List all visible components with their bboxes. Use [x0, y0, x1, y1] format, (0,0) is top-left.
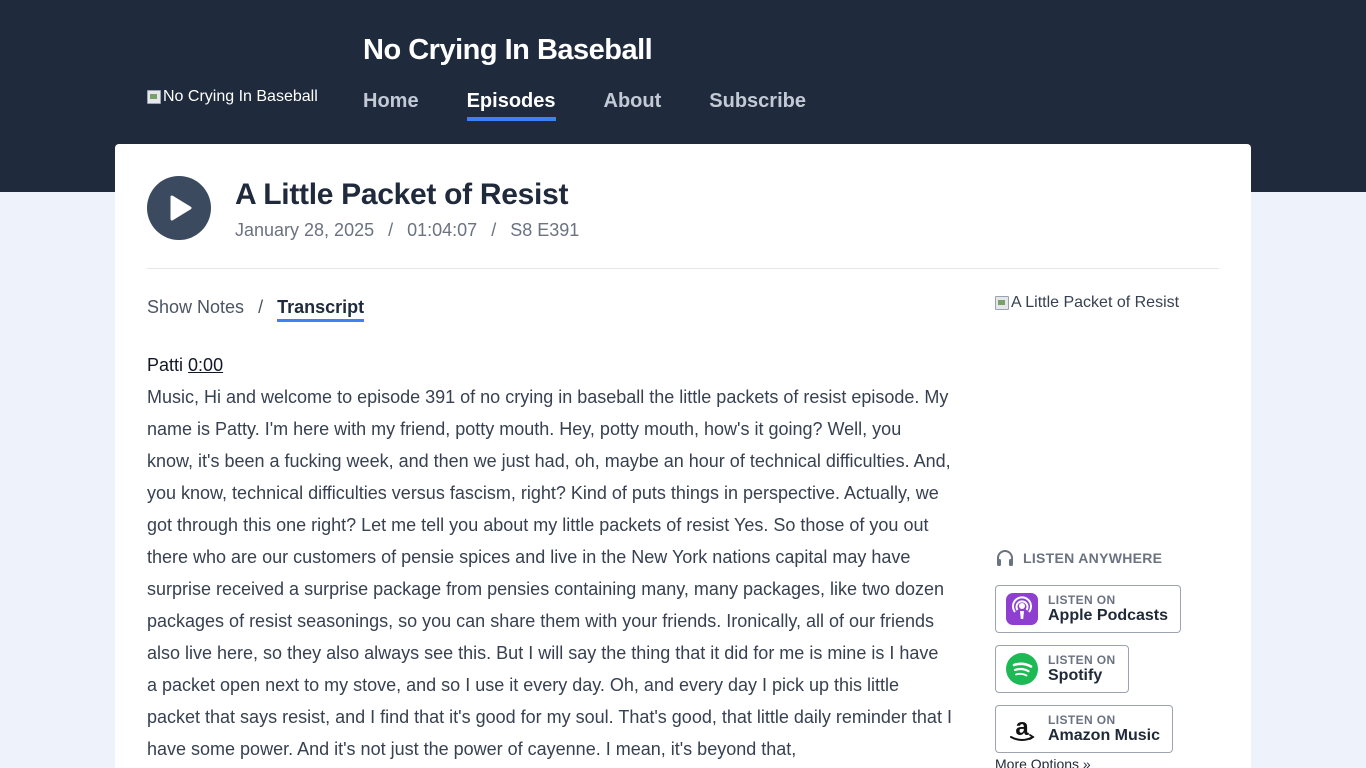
tab-show-notes[interactable]: Show Notes [147, 297, 244, 322]
episode-number: S8 E391 [510, 220, 580, 240]
listen-on-label: LISTEN ON [1048, 652, 1116, 667]
headphones-icon [997, 550, 1013, 566]
amazon-music-button[interactable]: a LISTEN ON Amazon Music [995, 705, 1174, 753]
apple-podcasts-icon [1006, 593, 1038, 625]
speaker-name: Patti [147, 355, 184, 375]
episode-card: A Little Packet of Resist January 28, 20… [115, 144, 1251, 768]
listen-heading-text: LISTEN ANYWHERE [1023, 550, 1163, 566]
transcript-body: Patti 0:00 Music, Hi and welcome to epis… [147, 349, 952, 765]
divider [147, 268, 1219, 269]
apple-podcasts-button[interactable]: LISTEN ON Apple Podcasts [995, 585, 1182, 633]
episode-title: A Little Packet of Resist [235, 178, 569, 211]
listen-on-label: LISTEN ON [1048, 592, 1116, 607]
tab-separator: / [258, 297, 264, 317]
listen-on-label: LISTEN ON [1048, 712, 1116, 727]
broken-image-icon [995, 296, 1009, 310]
content-tabs: Show Notes / Transcript [147, 297, 365, 322]
nav-about[interactable]: About [604, 90, 662, 121]
nav-subscribe[interactable]: Subscribe [709, 90, 806, 121]
site-logo[interactable]: No Crying In Baseball [147, 88, 318, 106]
logo-alt-text: No Crying In Baseball [163, 88, 318, 105]
cover-alt-text: A Little Packet of Resist [1011, 294, 1180, 311]
platform-name: Apple Podcasts [1048, 606, 1169, 624]
platform-name: Amazon Music [1048, 726, 1161, 744]
nav-episodes[interactable]: Episodes [466, 90, 556, 121]
transcript-paragraph: Music, Hi and welcome to episode 391 of … [147, 387, 952, 759]
tab-transcript[interactable]: Transcript [277, 297, 365, 322]
play-icon [170, 195, 191, 221]
broken-image-icon [147, 90, 161, 104]
svg-text:a: a [1015, 714, 1029, 741]
play-button[interactable] [147, 176, 211, 240]
nav-home[interactable]: Home [363, 90, 419, 121]
episode-date: January 28, 2025 [235, 220, 375, 240]
transcript-speaker-line: Patti 0:00 [147, 349, 952, 381]
listen-anywhere-heading: LISTEN ANYWHERE [995, 548, 1162, 568]
timestamp-link[interactable]: 0:00 [188, 355, 223, 375]
episode-duration: 01:04:07 [407, 220, 478, 240]
spotify-icon [1006, 653, 1038, 685]
meta-separator: / [388, 220, 394, 240]
site-title[interactable]: No Crying In Baseball [363, 34, 653, 67]
main-nav: Home Episodes About Subscribe [363, 90, 806, 121]
meta-separator: / [491, 220, 497, 240]
episode-cover: A Little Packet of Resist [995, 294, 1179, 312]
amazon-icon: a [1010, 714, 1035, 741]
more-options-link[interactable]: More Options » [995, 756, 1091, 768]
platform-name: Spotify [1048, 666, 1103, 684]
spotify-button[interactable]: LISTEN ON Spotify [995, 645, 1129, 693]
episode-meta: January 28, 2025 / 01:04:07 / S8 E391 [235, 220, 579, 241]
